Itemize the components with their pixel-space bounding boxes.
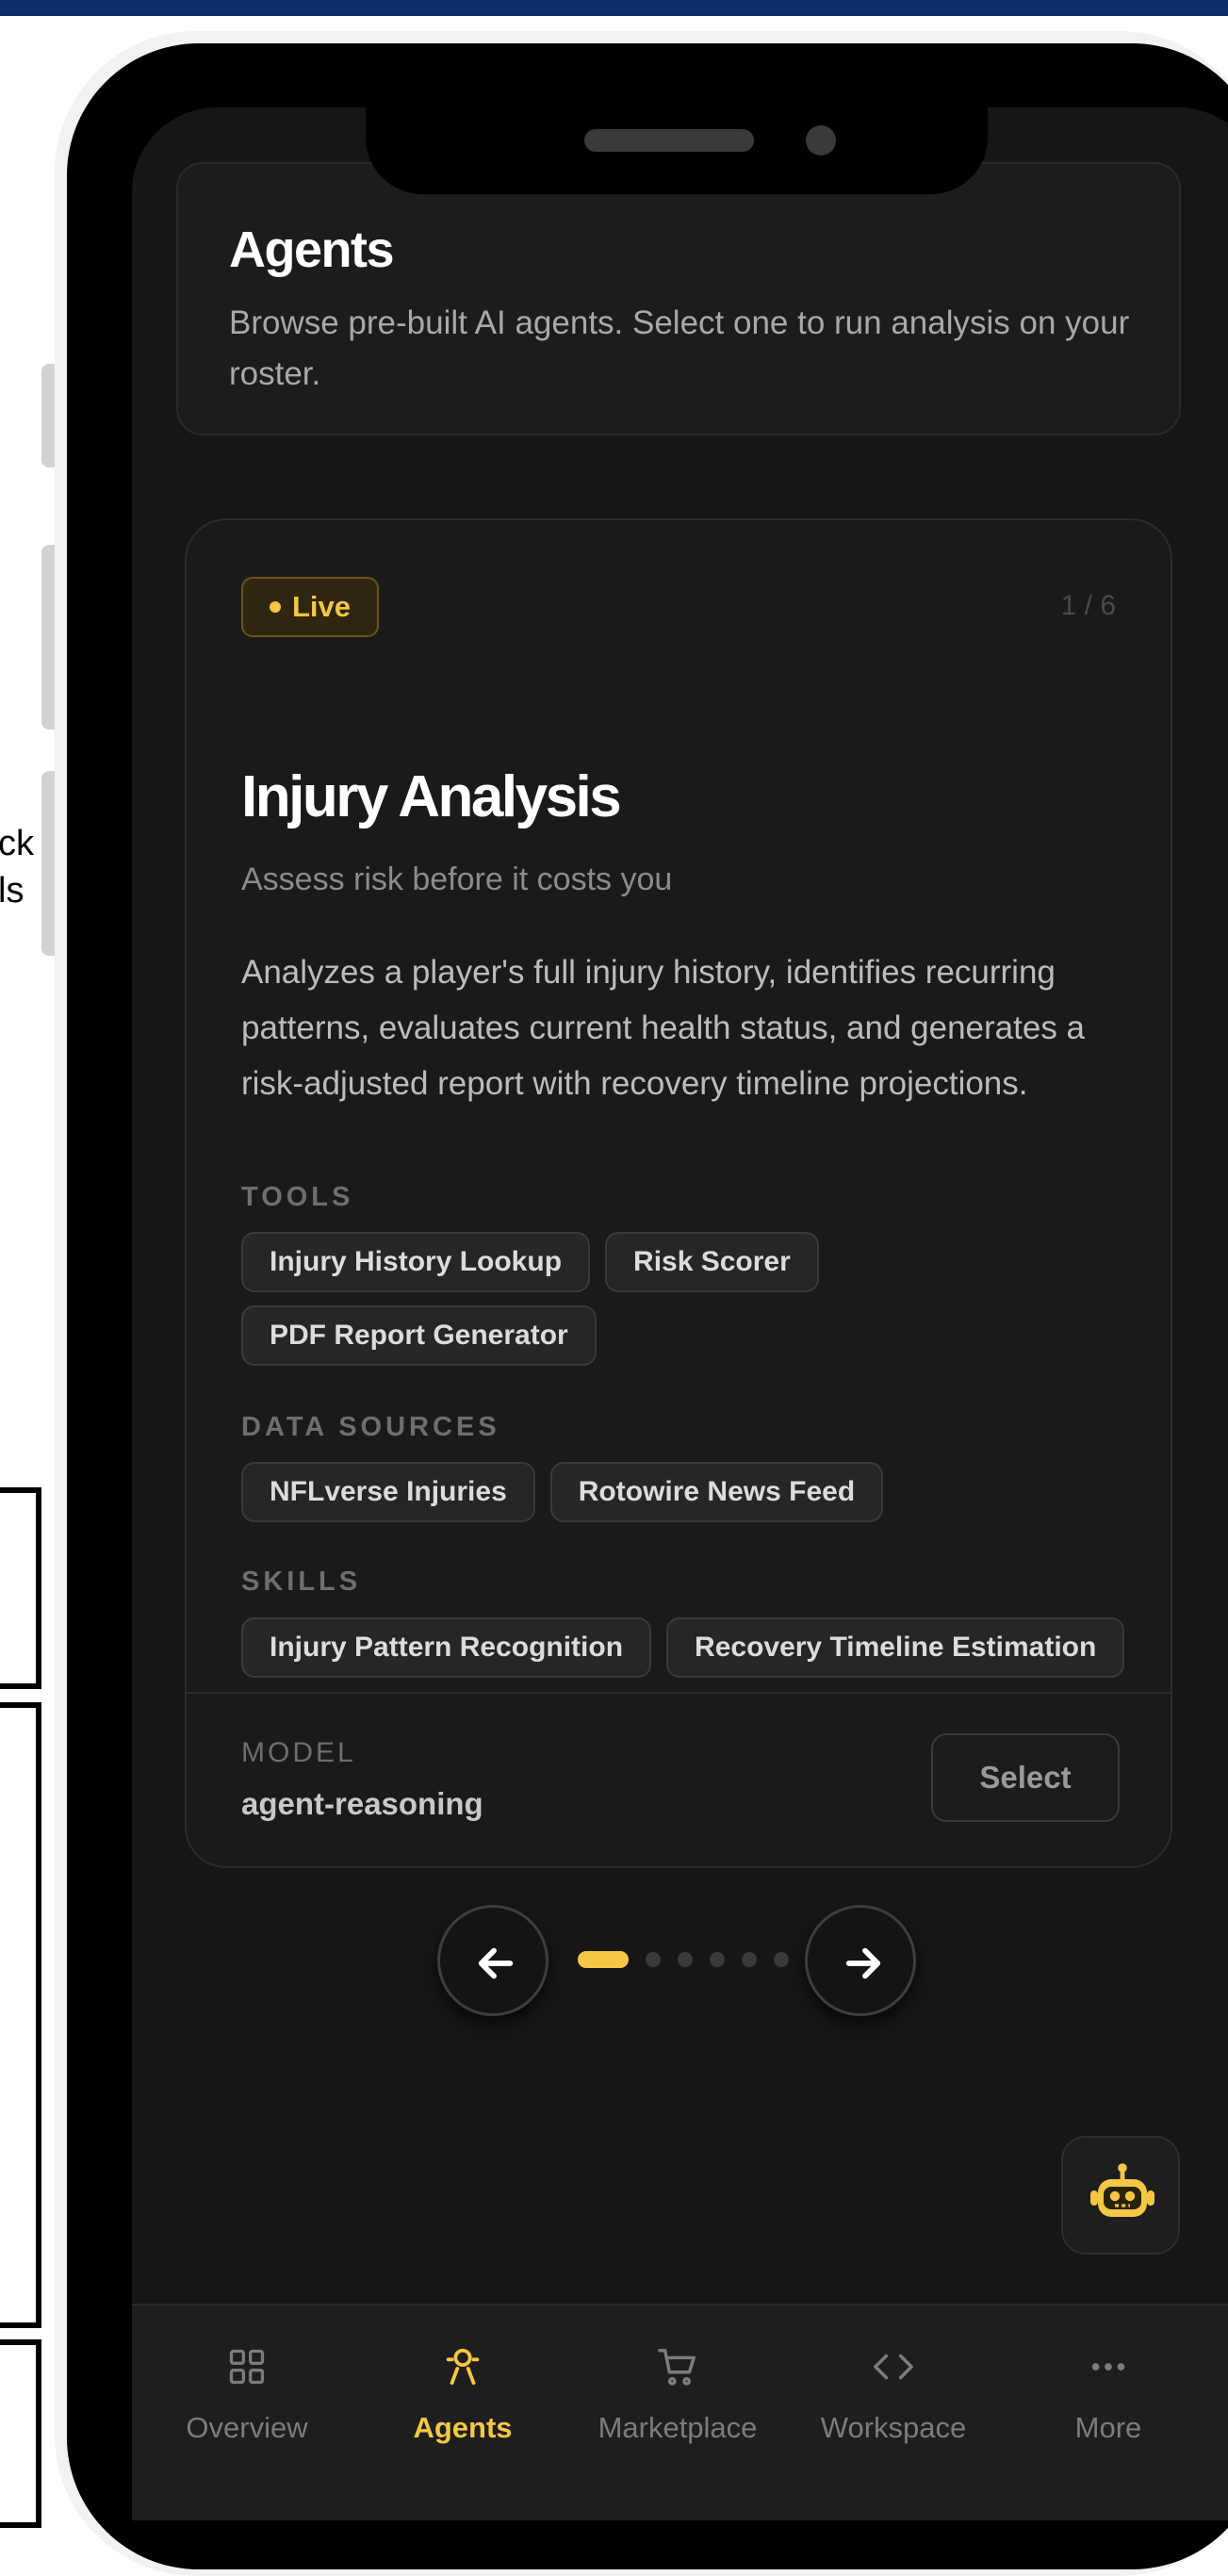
- tab-label: Overview: [186, 2411, 308, 2444]
- pagination-dot[interactable]: [678, 1952, 693, 1967]
- data-source-chip: Rotowire News Feed: [549, 1462, 884, 1522]
- pagination-dot[interactable]: [646, 1952, 661, 1967]
- tool-chip: Injury History Lookup: [241, 1232, 591, 1292]
- tab-more[interactable]: More: [1014, 2343, 1203, 2466]
- select-agent-button[interactable]: Select: [931, 1733, 1120, 1822]
- background-box: [0, 1487, 41, 1689]
- tab-workspace[interactable]: Workspace: [799, 2343, 988, 2466]
- speaker-grill: [584, 129, 754, 152]
- carousel-pagination: [578, 1951, 789, 1968]
- model-label: MODEL: [241, 1737, 356, 1768]
- pagination-dot[interactable]: [710, 1952, 725, 1967]
- agent-tagline: Assess risk before it costs you: [241, 861, 673, 897]
- top-bar: [0, 0, 1228, 16]
- agent-description: Analyzes a player's full injury history,…: [241, 954, 1086, 1102]
- pagination-dot[interactable]: [578, 1951, 629, 1968]
- skill-chip: Recovery Timeline Estimation: [666, 1617, 1125, 1678]
- grid-icon: [229, 2349, 265, 2385]
- assistant-button[interactable]: [1061, 2136, 1180, 2255]
- page-header-card: Agents Browse pre-built AI agents. Selec…: [176, 162, 1181, 435]
- bottom-tab-bar: Overview Agents Marketplace Workspace Mo…: [132, 2304, 1228, 2520]
- live-dot-icon: [270, 601, 281, 613]
- model-value: agent-reasoning: [241, 1786, 483, 1821]
- previous-agent-button[interactable]: [437, 1905, 549, 2016]
- code-icon: [874, 2354, 913, 2380]
- agent-card[interactable]: Live 1 / 6 Injury Analysis Assess risk b…: [185, 518, 1172, 1868]
- more-icon: [1091, 2363, 1125, 2371]
- agent-icon: [446, 2348, 480, 2386]
- carousel-counter: 1 / 6: [1060, 590, 1116, 621]
- tools-list: Injury History Lookup Risk Scorer PDF Re…: [241, 1232, 1146, 1366]
- background-text-fragment: ck: [0, 824, 34, 863]
- tab-marketplace[interactable]: Marketplace: [583, 2343, 772, 2466]
- tab-label: Marketplace: [598, 2411, 758, 2444]
- background-text-fragment: g: [0, 1428, 1, 1475]
- background-box: [0, 1702, 41, 2328]
- agent-name: Injury Analysis: [241, 764, 622, 829]
- data-sources-list: NFLverse Injuries Rotowire News Feed: [241, 1462, 1146, 1522]
- page-subtitle: Browse pre-built AI agents. Select one t…: [229, 304, 1130, 392]
- tab-label: Agents: [413, 2411, 513, 2444]
- arrow-left-icon: [478, 1947, 514, 1979]
- arrow-right-icon: [845, 1947, 881, 1979]
- tab-agents[interactable]: Agents: [368, 2343, 557, 2466]
- status-badge-label: Live: [292, 590, 352, 623]
- data-source-chip: NFLverse Injuries: [241, 1462, 535, 1522]
- tool-chip: PDF Report Generator: [241, 1305, 597, 1366]
- tab-label: More: [1074, 2411, 1142, 2444]
- pagination-dot[interactable]: [742, 1952, 757, 1967]
- data-sources-section-label: DATA SOURCES: [241, 1412, 500, 1442]
- tools-section-label: TOOLS: [241, 1182, 354, 1212]
- next-agent-button[interactable]: [805, 1905, 916, 2016]
- page-title: Agents: [229, 222, 395, 278]
- status-badge: Live: [241, 577, 380, 637]
- tab-overview[interactable]: Overview: [153, 2343, 341, 2466]
- background-text-fragment: ls: [0, 871, 25, 911]
- skills-section-label: SKILLS: [241, 1567, 362, 1597]
- skills-list: Injury Pattern Recognition Recovery Time…: [241, 1617, 1146, 1678]
- pagination-dot[interactable]: [774, 1952, 789, 1967]
- tool-chip: Risk Scorer: [605, 1232, 819, 1292]
- background-box: [0, 2339, 41, 2528]
- front-camera: [806, 125, 836, 156]
- cart-icon: [658, 2349, 696, 2386]
- tab-label: Workspace: [820, 2411, 967, 2444]
- agent-card-footer: MODEL agent-reasoning Select: [187, 1692, 1171, 1866]
- robot-icon: [1090, 2163, 1154, 2217]
- skill-chip: Injury Pattern Recognition: [241, 1617, 652, 1678]
